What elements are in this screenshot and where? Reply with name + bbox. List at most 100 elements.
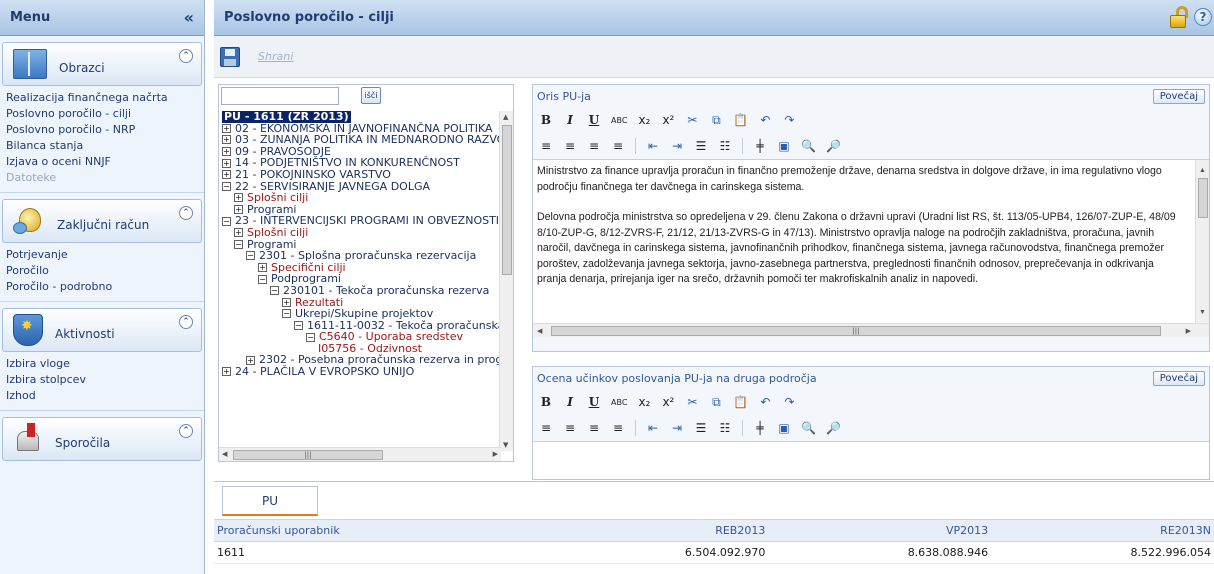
subscript-button[interactable]: x₂ — [637, 113, 651, 127]
menu-group-obrazci[interactable]: Obrazci ⌃ — [2, 42, 202, 86]
chevron-up-icon[interactable]: ⌃ — [179, 206, 193, 220]
menu-item-izbira-vloge[interactable]: Izbira vloge — [6, 356, 204, 372]
menu-item-porocilo[interactable]: Poročilo — [6, 263, 204, 279]
outdent-icon[interactable]: ⇤ — [646, 139, 660, 153]
outdent-icon[interactable]: ⇤ — [646, 421, 660, 435]
tree-vertical-scrollbar[interactable]: ▲ ▼ — [499, 111, 513, 451]
horizontal-rule-icon[interactable]: ╪ — [753, 421, 767, 435]
collapse-node-icon[interactable]: − — [294, 320, 303, 330]
underline-button[interactable]: U — [587, 395, 601, 409]
expand-node-icon[interactable]: + — [222, 367, 231, 377]
table-row[interactable]: 1611 6.504.092.970 8.638.088.946 8.522.9… — [214, 541, 1214, 564]
redo-icon[interactable]: ↷ — [782, 395, 796, 409]
collapse-node-icon[interactable]: − — [246, 251, 255, 261]
align-right-icon[interactable]: ≡ — [587, 139, 601, 153]
align-right-icon[interactable]: ≡ — [587, 421, 601, 435]
tree-node-label[interactable]: Splošni cilji — [247, 192, 308, 204]
collapse-node-icon[interactable]: − — [222, 181, 231, 191]
menu-item-izbira-stolpcev[interactable]: Izbira stolpcev — [6, 372, 204, 388]
menu-item-potrjevanje[interactable]: Potrjevanje — [6, 247, 204, 263]
menu-group-sporocila[interactable]: Sporočila ⌃ — [2, 417, 202, 461]
tree-node-label[interactable]: PU - 1611 (ZR 2013) — [222, 111, 351, 123]
bold-button[interactable]: B — [539, 395, 553, 409]
expand-node-icon[interactable]: + — [246, 355, 255, 365]
collapse-node-icon[interactable]: − — [234, 239, 243, 249]
align-justify-icon[interactable]: ≡ — [611, 421, 625, 435]
subscript-button[interactable]: x₂ — [637, 395, 651, 409]
collapse-node-icon[interactable]: − — [306, 332, 315, 342]
tree-node-label[interactable]: 21 - POKOJNINSKO VARSTVO — [235, 169, 391, 181]
menu-item-izhod[interactable]: Izhod — [6, 388, 204, 404]
column-header[interactable]: Proračunski uporabnik — [214, 519, 546, 542]
align-center-icon[interactable]: ≡ — [563, 421, 577, 435]
tree-node-label[interactable]: 24 - PLAČILA V EVROPSKO UNIJO — [235, 366, 414, 378]
zoom-icon[interactable]: 🔎 — [826, 139, 841, 153]
strikethrough-button[interactable]: ABC — [611, 398, 627, 407]
menu-item-bilanca[interactable]: Bilanca stanja — [6, 138, 204, 154]
lock-icon[interactable] — [1170, 6, 1188, 28]
expand-node-icon[interactable]: + — [282, 297, 291, 307]
collapse-node-icon[interactable]: − — [270, 286, 279, 296]
cut-icon[interactable]: ✂ — [685, 113, 699, 127]
italic-button[interactable]: I — [563, 395, 577, 409]
preview-icon[interactable]: ▣ — [777, 421, 791, 435]
tree-node[interactable]: + Splošni cilji — [222, 192, 502, 204]
align-center-icon[interactable]: ≡ — [563, 139, 577, 153]
strikethrough-button[interactable]: ABC — [611, 116, 627, 125]
tree-search-button[interactable]: išči — [361, 87, 381, 104]
menu-group-zakljucni-racun[interactable]: Zaključni račun ⌃ — [2, 199, 202, 243]
menu-group-aktivnosti[interactable]: Aktivnosti ⌃ — [2, 308, 202, 352]
numbered-list-icon[interactable]: ☷ — [718, 139, 732, 153]
tree-node[interactable]: +24 - PLAČILA V EVROPSKO UNIJO — [222, 366, 502, 378]
expand-node-icon[interactable]: + — [222, 123, 231, 133]
bullet-list-icon[interactable]: ☰ — [694, 421, 708, 435]
menu-item-porocilo-podrobno[interactable]: Poročilo - podrobno — [6, 279, 204, 295]
column-header[interactable]: VP2013 — [768, 519, 992, 542]
zoom-icon[interactable]: 🔎 — [826, 421, 841, 435]
numbered-list-icon[interactable]: ☷ — [718, 421, 732, 435]
collapse-node-icon[interactable]: − — [222, 216, 231, 226]
tree-node[interactable]: − Ukrepi/Skupine projektov — [222, 308, 502, 320]
superscript-button[interactable]: x² — [661, 113, 675, 127]
expand-node-icon[interactable]: + — [234, 228, 243, 238]
tree-node[interactable]: −2301 - Splošna proračunska rezervacija — [222, 250, 502, 262]
bullet-list-icon[interactable]: ☰ — [694, 139, 708, 153]
expand-node-icon[interactable]: + — [258, 263, 267, 273]
cut-icon[interactable]: ✂ — [685, 395, 699, 409]
tree-node-label[interactable]: 2301 - Splošna proračunska rezervacija — [259, 250, 476, 262]
tree-node-label[interactable]: Ukrepi/Skupine projektov — [295, 308, 433, 320]
preview-icon[interactable]: ▣ — [777, 139, 791, 153]
find-icon[interactable]: 🔍 — [801, 139, 816, 153]
expand-node-icon[interactable]: + — [234, 193, 243, 203]
expand-node-icon[interactable]: + — [234, 205, 243, 215]
expand-node-icon[interactable]: + — [222, 135, 231, 145]
superscript-button[interactable]: x² — [661, 395, 675, 409]
italic-button[interactable]: I — [563, 113, 577, 127]
column-header[interactable]: RE2013N — [991, 519, 1214, 542]
tree-search-input[interactable] — [221, 87, 339, 105]
menu-item-poslovno-cilji[interactable]: Poslovno poročilo - cilji — [6, 106, 204, 122]
copy-icon[interactable]: ⧉ — [709, 113, 723, 128]
expand-button[interactable]: Povečaj — [1152, 370, 1205, 386]
save-icon[interactable] — [220, 46, 240, 67]
expand-node-icon[interactable]: + — [222, 158, 231, 168]
align-justify-icon[interactable]: ≡ — [611, 139, 625, 153]
expand-button[interactable]: Povečaj — [1152, 88, 1205, 104]
save-button[interactable]: Shrani — [258, 50, 293, 63]
chevron-up-icon[interactable]: ⌃ — [179, 424, 193, 438]
undo-icon[interactable]: ↶ — [758, 395, 772, 409]
tree-node[interactable]: PU - 1611 (ZR 2013) — [222, 111, 502, 123]
undo-icon[interactable]: ↶ — [758, 113, 772, 127]
tree-horizontal-scrollbar[interactable]: ◀ ||| ▶ — [219, 447, 501, 461]
menu-item-poslovno-nrp[interactable]: Poslovno poročilo - NRP — [6, 122, 204, 138]
find-icon[interactable]: 🔍 — [801, 421, 816, 435]
redo-icon[interactable]: ↷ — [782, 113, 796, 127]
paste-icon[interactable]: 📋 — [733, 113, 748, 127]
underline-button[interactable]: U — [587, 113, 601, 127]
align-left-icon[interactable]: ≡ — [539, 139, 553, 153]
indent-icon[interactable]: ⇥ — [670, 139, 684, 153]
editor-text-area[interactable] — [533, 441, 1209, 479]
menu-item-izjava[interactable]: Izjava o oceni NNJF — [6, 154, 204, 170]
copy-icon[interactable]: ⧉ — [709, 395, 723, 410]
horizontal-rule-icon[interactable]: ╪ — [753, 139, 767, 153]
